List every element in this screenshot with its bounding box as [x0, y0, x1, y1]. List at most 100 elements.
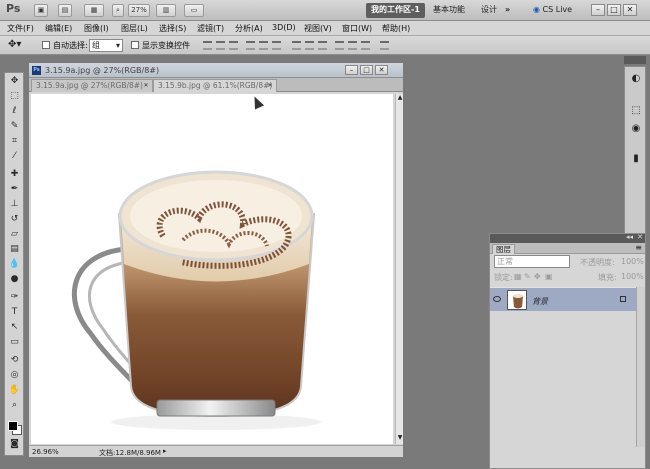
distribute-vcenter-icon[interactable] [305, 41, 314, 50]
lock-pixels-icon[interactable]: ✎ [524, 272, 531, 281]
pen-tool-icon[interactable]: ✑ [8, 292, 21, 303]
screen-mode-icon[interactable]: ▭ [184, 4, 204, 17]
menu-image[interactable]: 图像(I) [84, 23, 109, 34]
opacity-value[interactable]: 100% [621, 257, 644, 266]
vertical-scrollbar[interactable]: ▲ ▼ [395, 94, 403, 444]
arrange-documents-icon[interactable]: ▥ [156, 4, 176, 17]
distribute-bottom-icon[interactable] [318, 41, 327, 50]
quick-selection-tool-icon[interactable]: ✎ [8, 121, 21, 132]
3d-rotate-tool-icon[interactable]: ⟲ [8, 355, 21, 366]
distribute-hcenter-icon[interactable] [348, 41, 357, 50]
panel-close-icon[interactable]: ✕ [637, 233, 643, 241]
document-titlebar[interactable]: Ps 3.15.9a.jpg @ 27%(RGB/8#) – □ ✕ [29, 63, 403, 78]
hand-tool-icon[interactable]: ✋ [8, 385, 21, 396]
marquee-tool-icon[interactable]: ⬚ [8, 91, 21, 102]
eye-icon[interactable] [493, 296, 501, 302]
align-right-icon[interactable] [272, 41, 281, 50]
eraser-tool-icon[interactable]: ▱ [8, 229, 21, 240]
spot-healing-tool-icon[interactable]: ✚ [8, 169, 21, 180]
clone-stamp-tool-icon[interactable]: ⊥ [8, 199, 21, 210]
align-left-icon[interactable] [246, 41, 255, 50]
align-bottom-icon[interactable] [229, 41, 238, 50]
move-tool-preset-icon[interactable]: ✥▾ [8, 39, 21, 50]
align-hcenter-icon[interactable] [259, 41, 268, 50]
collapse-icon[interactable]: ◂◂ [626, 233, 633, 241]
path-selection-tool-icon[interactable]: ↖ [8, 322, 21, 333]
menu-3d[interactable]: 3D(D) [272, 23, 296, 32]
tab-3-15-9a[interactable]: 3.15.9a.jpg @ 27%(RGB/8#) ✕ [31, 79, 153, 92]
status-menu-icon[interactable]: ▸ [163, 447, 167, 455]
maximize-button[interactable]: □ [607, 4, 621, 16]
minibridge-icon[interactable]: ▤ [58, 4, 72, 17]
menu-analysis[interactable]: 分析(A) [235, 23, 263, 34]
minimize-button[interactable]: – [591, 4, 605, 16]
menu-edit[interactable]: 编辑(E) [45, 23, 72, 34]
quick-mask-icon[interactable]: ◙ [8, 439, 21, 450]
transform-icon[interactable]: ⬚ [630, 105, 642, 117]
fill-value[interactable]: 100% [621, 272, 644, 281]
layers-panel-header[interactable]: ◂◂ ✕ [490, 233, 645, 243]
blend-mode-select[interactable]: 正常 [494, 255, 570, 268]
blur-tool-icon[interactable]: 💧 [8, 259, 21, 270]
more-workspaces-icon[interactable]: » [500, 3, 515, 18]
show-transform-checkbox[interactable] [131, 41, 139, 49]
close-icon[interactable]: ✕ [266, 82, 274, 90]
lock-all-icon[interactable]: ▣ [545, 272, 553, 281]
zoom-tool-icon[interactable]: ⌕ [8, 400, 21, 411]
distribute-left-icon[interactable] [335, 41, 344, 50]
navigator-icon[interactable]: ◐ [630, 73, 642, 85]
tab-layers[interactable]: 图层 [492, 244, 515, 254]
brush-tool-icon[interactable]: ✒ [8, 184, 21, 195]
channels-icon[interactable]: ▮ [630, 153, 642, 165]
scroll-up-icon[interactable]: ▲ [396, 94, 404, 102]
document-close-button[interactable]: ✕ [375, 65, 388, 75]
3d-orbit-tool-icon[interactable]: ◎ [8, 370, 21, 381]
type-tool-icon[interactable]: T [8, 307, 21, 318]
align-vcenter-icon[interactable] [216, 41, 225, 50]
menu-file[interactable]: 文件(F) [7, 23, 34, 34]
document-maximize-button[interactable]: □ [360, 65, 373, 75]
document-minimize-button[interactable]: – [345, 65, 358, 75]
panel-menu-icon[interactable]: ≡ [635, 243, 642, 252]
dock-header[interactable] [624, 56, 646, 64]
menu-window[interactable]: 窗口(W) [342, 23, 372, 34]
menu-view[interactable]: 视图(V) [304, 23, 332, 34]
menu-filter[interactable]: 滤镜(T) [197, 23, 224, 34]
3d-icon[interactable]: ◉ [630, 123, 642, 135]
gradient-tool-icon[interactable]: ▤ [8, 244, 21, 255]
workspace-essentials[interactable]: 基本功能 [428, 3, 470, 18]
menu-select[interactable]: 选择(S) [159, 23, 186, 34]
auto-align-layers-icon[interactable] [380, 41, 389, 50]
tab-3-15-9b[interactable]: 3.15.9b.jpg @ 61.1%(RGB/8#) ✕ [153, 79, 277, 92]
view-extras-icon[interactable]: ▦ [84, 4, 104, 17]
zoom-status[interactable]: 26.96% [32, 448, 59, 456]
layer-name[interactable]: 背景 [532, 296, 548, 307]
close-icon[interactable]: ✕ [142, 82, 150, 90]
document-size-status[interactable]: 文档:12.8M/8.96M [99, 448, 161, 458]
bridge-icon[interactable]: ▣ [34, 4, 48, 17]
menu-help[interactable]: 帮助(H) [382, 23, 410, 34]
lasso-tool-icon[interactable]: ℓ [8, 106, 21, 117]
lock-position-icon[interactable]: ✥ [534, 272, 541, 281]
crop-tool-icon[interactable]: ⌗ [8, 136, 21, 147]
zoom-level-select[interactable]: 27% [128, 4, 150, 17]
image-canvas[interactable] [31, 94, 393, 444]
distribute-top-icon[interactable] [292, 41, 301, 50]
layer-row-background[interactable]: 背景 [490, 287, 636, 311]
close-button[interactable]: ✕ [623, 4, 637, 16]
scroll-down-icon[interactable]: ▼ [396, 434, 404, 442]
shape-tool-icon[interactable]: ▭ [8, 337, 21, 348]
lock-transparency-icon[interactable]: ▦ [514, 272, 522, 281]
cs-live-menu[interactable]: ◉ CS Live [528, 3, 577, 18]
history-brush-tool-icon[interactable]: ↺ [8, 214, 21, 225]
align-top-icon[interactable] [203, 41, 212, 50]
workspace-my-workspace[interactable]: 我的工作区-1 [366, 3, 425, 18]
move-tool-icon[interactable]: ✥ [8, 76, 21, 87]
menu-layer[interactable]: 图层(L) [121, 23, 148, 34]
dodge-tool-icon[interactable]: ● [8, 274, 21, 285]
auto-select-target-select[interactable]: 组 ▾ [89, 39, 123, 52]
layers-scrollbar[interactable] [636, 287, 645, 447]
auto-select-checkbox[interactable] [42, 41, 50, 49]
eyedropper-tool-icon[interactable]: ⁄ [8, 151, 21, 162]
workspace-design[interactable]: 设计 [476, 3, 502, 18]
